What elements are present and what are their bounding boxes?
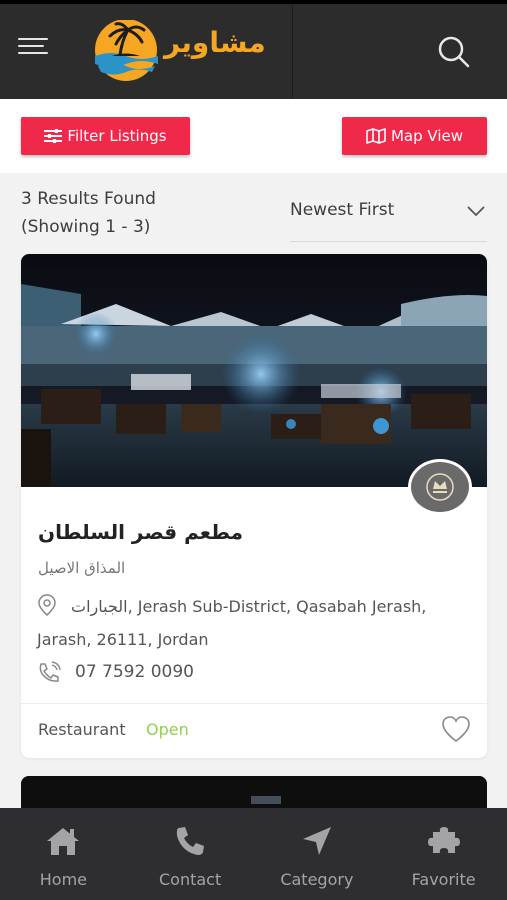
status-bar: [0, 0, 507, 4]
nav-category-label: Category: [280, 870, 354, 889]
hamburger-icon-line: [18, 45, 44, 47]
app-header: مشاوير: [0, 0, 507, 99]
map-view-button[interactable]: Map View: [342, 117, 487, 155]
bottom-navigation: Home Contact Category Favorite: [0, 808, 507, 900]
nav-category[interactable]: Category: [254, 808, 381, 900]
listing-title[interactable]: مطعم قصر السلطان: [38, 520, 468, 544]
island-logo-icon: [95, 19, 158, 81]
filter-listings-label: Filter Listings: [67, 127, 167, 145]
sort-value: Newest First: [290, 200, 395, 220]
listing-tagline: المذاق الاصيل: [38, 559, 126, 577]
menu-button[interactable]: [18, 36, 52, 60]
search-button[interactable]: [436, 34, 472, 70]
nav-home[interactable]: Home: [0, 808, 127, 900]
heart-icon: [442, 716, 470, 742]
listing-address-text: الجبارات, Jerash Sub-District, Qasabah J…: [37, 597, 427, 649]
filter-listings-button[interactable]: Filter Listings: [21, 117, 190, 155]
nav-contact-label: Contact: [159, 870, 222, 889]
results-count-line: 3 Results Found: [21, 189, 156, 209]
search-icon: [438, 36, 470, 68]
header-divider: [292, 4, 293, 99]
nav-home-label: Home: [39, 870, 87, 889]
hamburger-icon: [18, 38, 48, 40]
card-divider: [21, 703, 487, 704]
sliders-icon: [44, 129, 63, 143]
nav-favorite[interactable]: Favorite: [380, 808, 507, 900]
location-pin-icon: [37, 594, 57, 625]
map-icon: [366, 128, 386, 144]
listing-photo[interactable]: [21, 254, 487, 487]
listing-address: الجبارات, Jerash Sub-District, Qasabah J…: [37, 592, 477, 654]
chevron-down-icon: [467, 206, 485, 216]
puzzle-icon: [427, 824, 461, 858]
home-icon: [45, 824, 81, 858]
phone-call-icon: [39, 661, 61, 682]
crown-emblem-icon: [426, 473, 454, 501]
phone-icon: [174, 824, 206, 858]
listing-phone-number: 07 7592 0090: [75, 662, 194, 682]
results-range-line: (Showing 1 - 3): [21, 217, 151, 237]
nav-contact[interactable]: Contact: [127, 808, 254, 900]
listing-phone[interactable]: 07 7592 0090: [37, 661, 194, 683]
favorite-button[interactable]: [441, 715, 471, 743]
listing-category: Restaurant: [38, 720, 126, 739]
action-bar: Filter Listings Map View: [0, 99, 507, 173]
brand-name: مشاوير: [164, 26, 266, 59]
sort-dropdown[interactable]: Newest First: [290, 190, 487, 242]
results-count: 3 Results Found (Showing 1 - 3): [21, 185, 221, 241]
listing-status-badge: Open: [146, 720, 189, 739]
map-view-label: Map View: [390, 127, 464, 145]
listing-logo-badge: [408, 459, 472, 515]
nav-favorite-label: Favorite: [411, 870, 476, 889]
brand-logo[interactable]: مشاوير: [92, 19, 266, 82]
hamburger-icon-line: [18, 52, 48, 54]
navigation-arrow-icon: [301, 824, 333, 858]
listing-card[interactable]: مطعم قصر السلطان المذاق الاصيل الجبارات,…: [21, 254, 487, 758]
